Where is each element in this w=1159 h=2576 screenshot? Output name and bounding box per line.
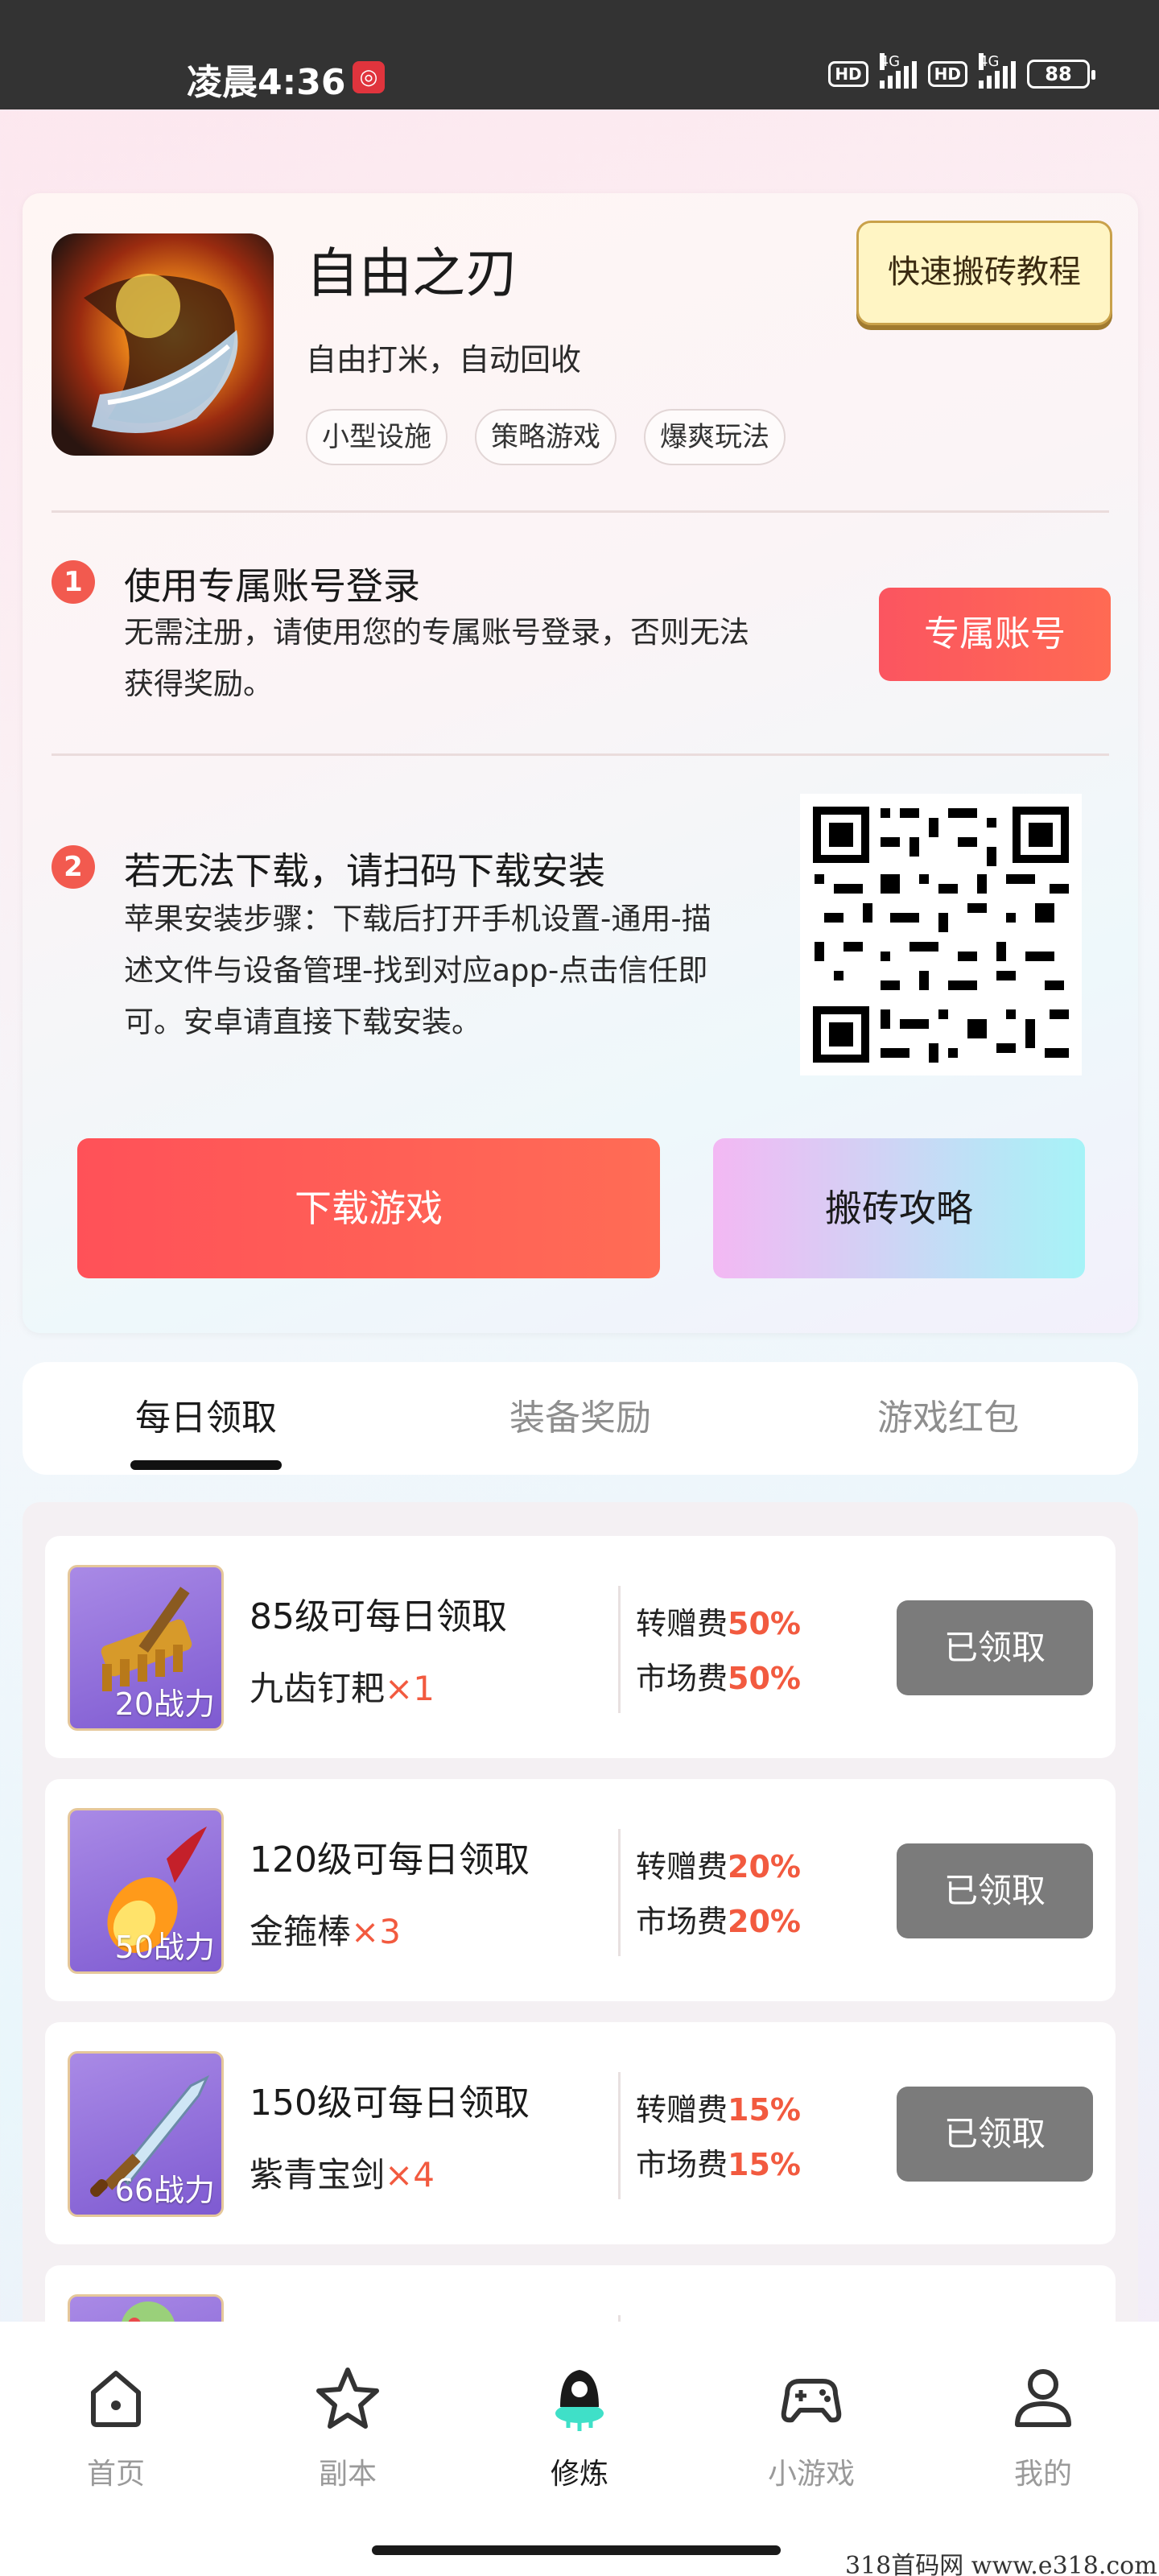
nav-item-me[interactable]: 我的 (979, 2362, 1107, 2492)
transfer-fee: 转赠费20% (636, 1849, 801, 1885)
step-number: 1 (52, 560, 95, 604)
star-icon (316, 2368, 379, 2429)
claimed-button[interactable]: 已领取 (897, 1843, 1093, 1938)
market-fee: 市场费20% (636, 1904, 801, 1939)
game-card: 自由之刃 自由打米，自动回收 小型设施 策略游戏 爆爽玩法 快速搬砖教程 1 使… (23, 193, 1138, 1333)
gamepad-icon (781, 2379, 842, 2423)
hd-icon: HD (828, 61, 868, 87)
divider (618, 2072, 621, 2199)
notification-icon: ◎ (353, 61, 385, 93)
signal-icon: 4G (879, 53, 917, 89)
home-icon (91, 2371, 141, 2427)
item-level-requirement: 85级可每日领取 (250, 1596, 507, 1637)
home-indicator[interactable] (372, 2545, 781, 2555)
item-name: 金箍棒×3 (250, 1912, 401, 1951)
user-icon (1015, 2369, 1071, 2427)
watermark: 318首码网 www.e318.com (845, 2552, 1157, 2576)
status-bar: 凌晨4:36 ◎ HD 4G HD 4G 88 (0, 0, 1159, 109)
list-item: 20战力 85级可每日领取 九齿钉耙×1 转赠费50% 市场费50% 已领取 (45, 1536, 1116, 1758)
rocket-icon (555, 2370, 604, 2431)
item-power: 20战力 (114, 1686, 215, 1722)
hd-icon: HD (927, 61, 967, 87)
claimed-button[interactable]: 已领取 (897, 2087, 1093, 2182)
nav-item-cultivate[interactable]: 修炼 (515, 2362, 644, 2492)
item-name: 紫青宝剑×4 (250, 2155, 435, 2194)
nav-item-dungeon[interactable]: 副本 (283, 2362, 412, 2492)
guide-button[interactable]: 搬砖攻略 (713, 1138, 1085, 1278)
item-power: 66战力 (114, 2173, 215, 2208)
quick-tutorial-button[interactable]: 快速搬砖教程 (856, 221, 1112, 325)
reward-list[interactable]: 20战力 85级可每日领取 九齿钉耙×1 转赠费50% 市场费50% 已领取 5… (23, 1502, 1138, 2388)
tab-daily[interactable]: 每日领取 (45, 1362, 367, 1475)
divider (52, 510, 1109, 513)
sword-icon: 66战力 (68, 2051, 224, 2217)
game-title: 自由之刃 (306, 242, 518, 304)
status-time: 凌晨4:36 (187, 62, 346, 103)
tag: 爆爽玩法 (644, 409, 786, 465)
step-description: 苹果安装步骤：下载后打开手机设置-通用-描 述文件与设备管理-找到对应app-点… (124, 902, 711, 1039)
market-fee: 市场费50% (636, 1661, 801, 1696)
rake-icon: 20战力 (68, 1565, 224, 1731)
bottom-navigation: 首页 副本 修炼 小游戏 我的 (0, 2322, 1159, 2576)
tag: 小型设施 (306, 409, 448, 465)
step-title: 若无法下载，请扫码下载安装 (124, 849, 605, 893)
nav-item-minigame[interactable]: 小游戏 (747, 2362, 876, 2492)
transfer-fee: 转赠费15% (636, 2092, 801, 2128)
active-tab-indicator (130, 1460, 282, 1470)
divider (618, 1586, 621, 1713)
nav-item-home[interactable]: 首页 (52, 2362, 180, 2492)
golden-staff-icon: 50战力 (68, 1808, 224, 1974)
item-name: 九齿钉耙×1 (250, 1669, 435, 1708)
step-number: 2 (52, 845, 95, 889)
status-indicators: HD 4G HD 4G 88 (828, 53, 1095, 89)
tab-equipment[interactable]: 装备奖励 (419, 1362, 741, 1475)
item-power: 50战力 (114, 1930, 215, 1965)
transfer-fee: 转赠费50% (636, 1606, 801, 1641)
step-description: 无需注册，请使用您的专属账号登录，否则无法 获得奖励。 (124, 615, 749, 701)
game-subtitle: 自由打米，自动回收 (306, 342, 582, 378)
qr-code-icon (800, 794, 1082, 1075)
tag-list: 小型设施 策略游戏 爆爽玩法 (306, 409, 786, 465)
download-game-button[interactable]: 下载游戏 (77, 1138, 660, 1278)
item-level-requirement: 120级可每日领取 (250, 1839, 530, 1880)
game-logo-icon (52, 233, 274, 456)
step-title: 使用专属账号登录 (124, 564, 420, 608)
reward-tab-bar: 每日领取 装备奖励 游戏红包 (23, 1362, 1138, 1475)
battery-icon: 88 (1027, 60, 1095, 89)
tab-red-packet[interactable]: 游戏红包 (787, 1362, 1109, 1475)
market-fee: 市场费15% (636, 2147, 801, 2182)
list-item: 66战力 150级可每日领取 紫青宝剑×4 转赠费15% 市场费15% 已领取 (45, 2022, 1116, 2244)
tag: 策略游戏 (475, 409, 617, 465)
exclusive-account-button[interactable]: 专属账号 (879, 588, 1111, 681)
signal-icon: 4G (979, 53, 1016, 89)
divider (618, 1829, 621, 1956)
item-level-requirement: 150级可每日领取 (250, 2083, 530, 2124)
list-item: 50战力 120级可每日领取 金箍棒×3 转赠费20% 市场费20% 已领取 (45, 1779, 1116, 2001)
claimed-button[interactable]: 已领取 (897, 1600, 1093, 1695)
divider (52, 753, 1109, 756)
